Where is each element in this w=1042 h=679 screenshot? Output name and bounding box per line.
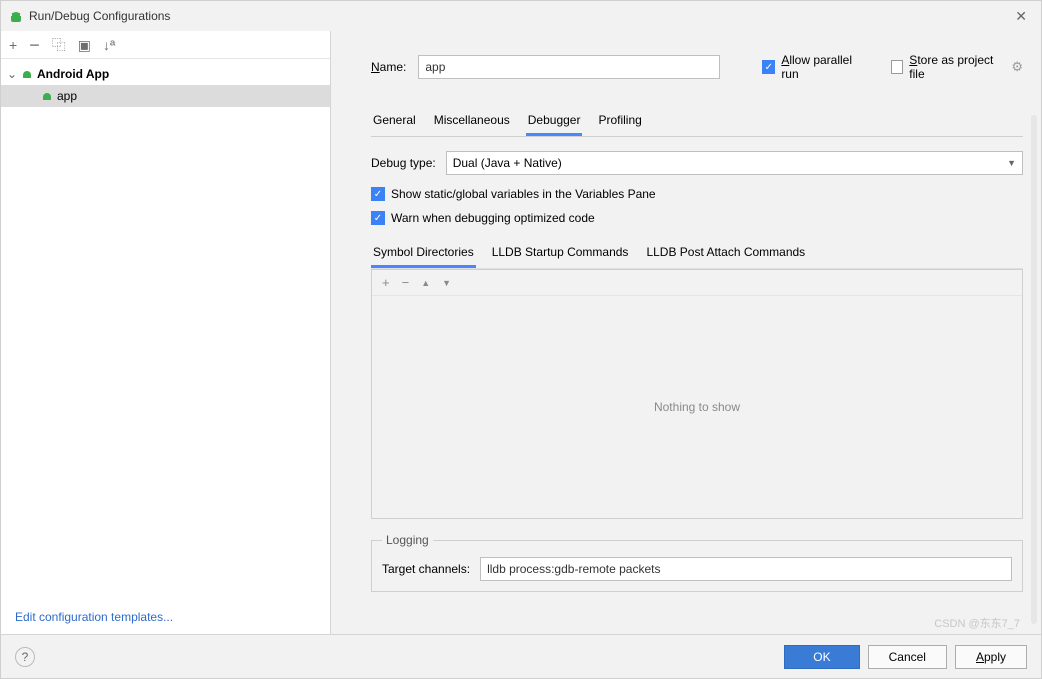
tab-miscellaneous[interactable]: Miscellaneous — [432, 109, 512, 136]
copy-icon[interactable]: ⿻ — [52, 38, 66, 52]
remove-icon[interactable]: − — [29, 36, 40, 54]
watermark: CSDN @东东7_7 — [934, 615, 1020, 631]
main-tabs: General Miscellaneous Debugger Profiling — [371, 109, 1023, 137]
target-channels-input[interactable] — [480, 557, 1012, 581]
subtab-lldb-post-attach[interactable]: LLDB Post Attach Commands — [644, 241, 807, 268]
tab-debugger[interactable]: Debugger — [526, 109, 583, 136]
panel-empty-text: Nothing to show — [372, 296, 1022, 518]
target-channels-label: Target channels: — [382, 562, 470, 576]
store-project-checkbox[interactable]: Store as project file ⚙ — [891, 53, 1023, 81]
add-icon[interactable]: + — [9, 38, 17, 52]
add-icon[interactable]: + — [382, 275, 390, 290]
left-pane: + − ⿻ ▣ ↓ª ⌄ Android App app Edit config… — [1, 31, 331, 634]
window-title: Run/Debug Configurations — [29, 9, 1009, 23]
tree-group-label: Android App — [37, 67, 109, 81]
debugger-subtabs: Symbol Directories LLDB Startup Commands… — [371, 241, 1023, 269]
gear-icon[interactable]: ⚙ — [1011, 59, 1023, 75]
tree-item-app[interactable]: app — [1, 85, 330, 107]
show-static-checkbox[interactable]: ✓ Show static/global variables in the Va… — [371, 187, 1023, 201]
checkbox-on-icon: ✓ — [762, 60, 775, 74]
remove-icon: − — [402, 275, 410, 290]
tab-profiling[interactable]: Profiling — [596, 109, 643, 136]
logging-group: Logging Target channels: — [371, 533, 1023, 592]
edit-templates-link[interactable]: Edit configuration templates... — [1, 600, 330, 634]
titlebar: Run/Debug Configurations ✕ — [1, 1, 1041, 31]
left-toolbar: + − ⿻ ▣ ↓ª — [1, 31, 330, 59]
android-icon — [9, 8, 23, 25]
android-icon — [41, 90, 53, 102]
debug-type-label: Debug type: — [371, 156, 436, 170]
checkbox-on-icon: ✓ — [371, 187, 385, 201]
tree-item-label: app — [57, 89, 77, 103]
save-icon[interactable]: ▣ — [78, 38, 91, 52]
show-static-label: Show static/global variables in the Vari… — [391, 187, 656, 201]
allow-parallel-checkbox[interactable]: ✓ Allow parallel run — [762, 53, 864, 81]
android-icon — [21, 68, 33, 80]
tab-general[interactable]: General — [371, 109, 418, 136]
cancel-button[interactable]: Cancel — [868, 645, 947, 669]
warn-optimized-checkbox[interactable]: ✓ Warn when debugging optimized code — [371, 211, 1023, 225]
scrollbar[interactable] — [1031, 115, 1037, 624]
bottom-bar: ? OK Cancel Apply — [1, 634, 1041, 678]
tree-group-android-app[interactable]: ⌄ Android App — [1, 63, 330, 85]
sort-icon[interactable]: ↓ª — [103, 38, 115, 52]
warn-optimized-label: Warn when debugging optimized code — [391, 211, 595, 225]
symbol-dirs-panel: + − ▲ ▼ Nothing to show — [371, 269, 1023, 519]
checkbox-on-icon: ✓ — [371, 211, 385, 225]
subtab-lldb-startup[interactable]: LLDB Startup Commands — [490, 241, 631, 268]
apply-button[interactable]: Apply — [955, 645, 1027, 669]
debug-type-select[interactable]: Dual (Java + Native) ▼ — [446, 151, 1023, 175]
close-icon[interactable]: ✕ — [1009, 6, 1033, 27]
right-pane: Name: ✓ Allow parallel run Store as proj… — [331, 31, 1041, 634]
chevron-down-icon[interactable]: ⌄ — [7, 67, 21, 81]
down-icon: ▼ — [442, 278, 451, 288]
store-project-label: Store as project file — [909, 53, 1001, 81]
panel-toolbar: + − ▲ ▼ — [372, 270, 1022, 296]
debug-type-value: Dual (Java + Native) — [453, 156, 562, 170]
allow-parallel-label: Allow parallel run — [781, 53, 864, 81]
subtab-symbol-dirs[interactable]: Symbol Directories — [371, 241, 476, 268]
logging-legend: Logging — [382, 533, 433, 547]
name-label: Name: — [371, 60, 406, 74]
name-input[interactable] — [418, 55, 720, 79]
up-icon: ▲ — [421, 278, 430, 288]
config-tree[interactable]: ⌄ Android App app — [1, 59, 330, 600]
checkbox-off-icon — [891, 60, 904, 74]
chevron-down-icon: ▼ — [1007, 158, 1016, 168]
help-button[interactable]: ? — [15, 647, 35, 667]
ok-button[interactable]: OK — [784, 645, 859, 669]
